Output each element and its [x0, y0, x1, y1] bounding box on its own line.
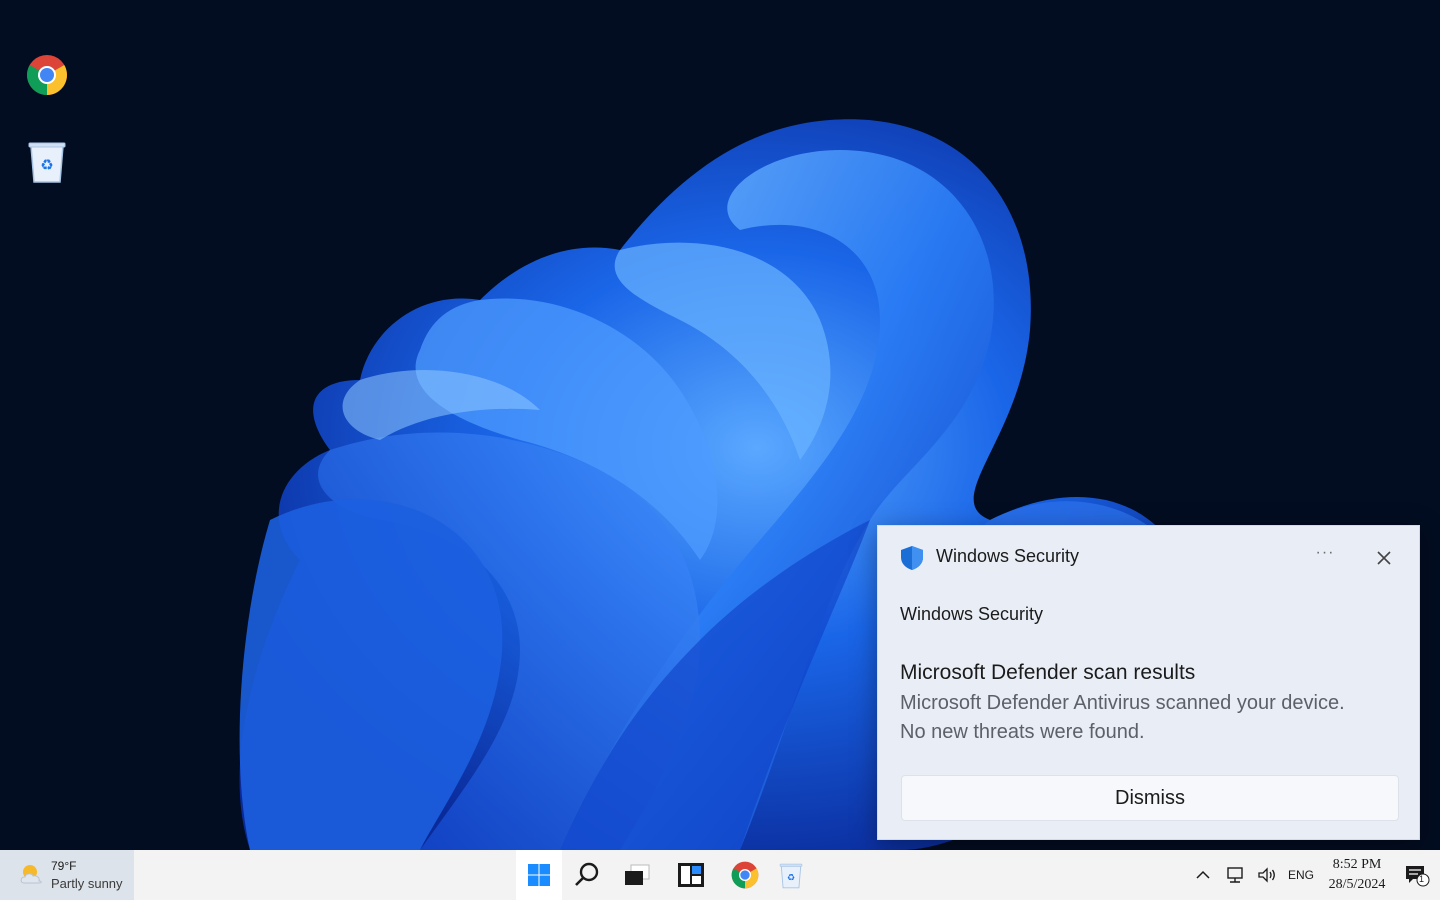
task-view-icon — [625, 864, 650, 885]
clock-date: 28/5/2024 — [1328, 877, 1386, 892]
task-view-button[interactable] — [614, 850, 660, 900]
partly-sunny-icon — [20, 865, 42, 884]
toast-title: Microsoft Defender scan results — [900, 661, 1196, 684]
notification-center-button[interactable]: 1 — [1403, 864, 1431, 887]
chevron-up-icon — [1196, 870, 1210, 879]
toast-header-title: Windows Security — [936, 546, 1080, 566]
notification-icon — [1406, 866, 1430, 887]
weather-temp: 79°F — [51, 859, 77, 873]
weather-desc: Partly sunny — [51, 876, 123, 891]
volume-icon — [1258, 867, 1275, 883]
network-icon — [1227, 867, 1243, 883]
svg-text:♻: ♻ — [40, 156, 53, 174]
taskbar-chrome[interactable] — [722, 850, 768, 900]
search-button[interactable] — [564, 850, 610, 900]
search-icon — [575, 862, 599, 886]
toast-body-line: No new threats were found. — [900, 721, 1145, 743]
widgets-icon — [678, 863, 704, 887]
desktop-icon-chrome[interactable] — [22, 48, 72, 102]
clock-time: 8:52 PM — [1332, 857, 1382, 872]
start-icon — [528, 864, 550, 886]
weather-widget[interactable]: 79°F Partly sunny — [0, 850, 134, 900]
notification-toast: Windows Security ··· Windows Security Mi… — [877, 525, 1420, 840]
recycle-bin-icon: ♻ — [28, 142, 66, 183]
close-icon[interactable] — [1374, 548, 1394, 568]
toast-body-line: Microsoft Defender Antivirus scanned you… — [900, 692, 1345, 714]
show-hidden-icons-button[interactable] — [1193, 864, 1213, 886]
svg-text:♻: ♻ — [787, 873, 795, 883]
taskbar-recycle-bin[interactable]: ♻ — [768, 850, 814, 900]
desktop-icon-recycle-bin[interactable]: ♻ — [22, 134, 72, 188]
start-button[interactable] — [516, 850, 562, 900]
network-button[interactable] — [1224, 864, 1246, 886]
toast-body: Microsoft Defender Antivirus scanned you… — [900, 689, 1400, 747]
clock[interactable]: 8:52 PM 28/5/2024 — [1318, 855, 1396, 895]
volume-button[interactable] — [1256, 864, 1278, 886]
shield-icon — [901, 546, 923, 570]
recycle-bin-icon: ♻ — [779, 863, 803, 889]
notification-count-badge: 1 — [1419, 874, 1425, 884]
toast-app-name: Windows Security — [900, 604, 1044, 624]
widgets-button[interactable] — [668, 850, 714, 900]
language-indicator[interactable]: ENG — [1286, 864, 1316, 886]
taskbar: 79°F Partly sunny ♻ ENG 8:52 PM 28/5/202… — [0, 850, 1440, 900]
more-options-icon[interactable]: ··· — [1314, 544, 1336, 568]
dismiss-button[interactable]: Dismiss — [901, 775, 1399, 821]
chrome-icon — [27, 55, 67, 95]
chrome-icon — [731, 861, 759, 889]
